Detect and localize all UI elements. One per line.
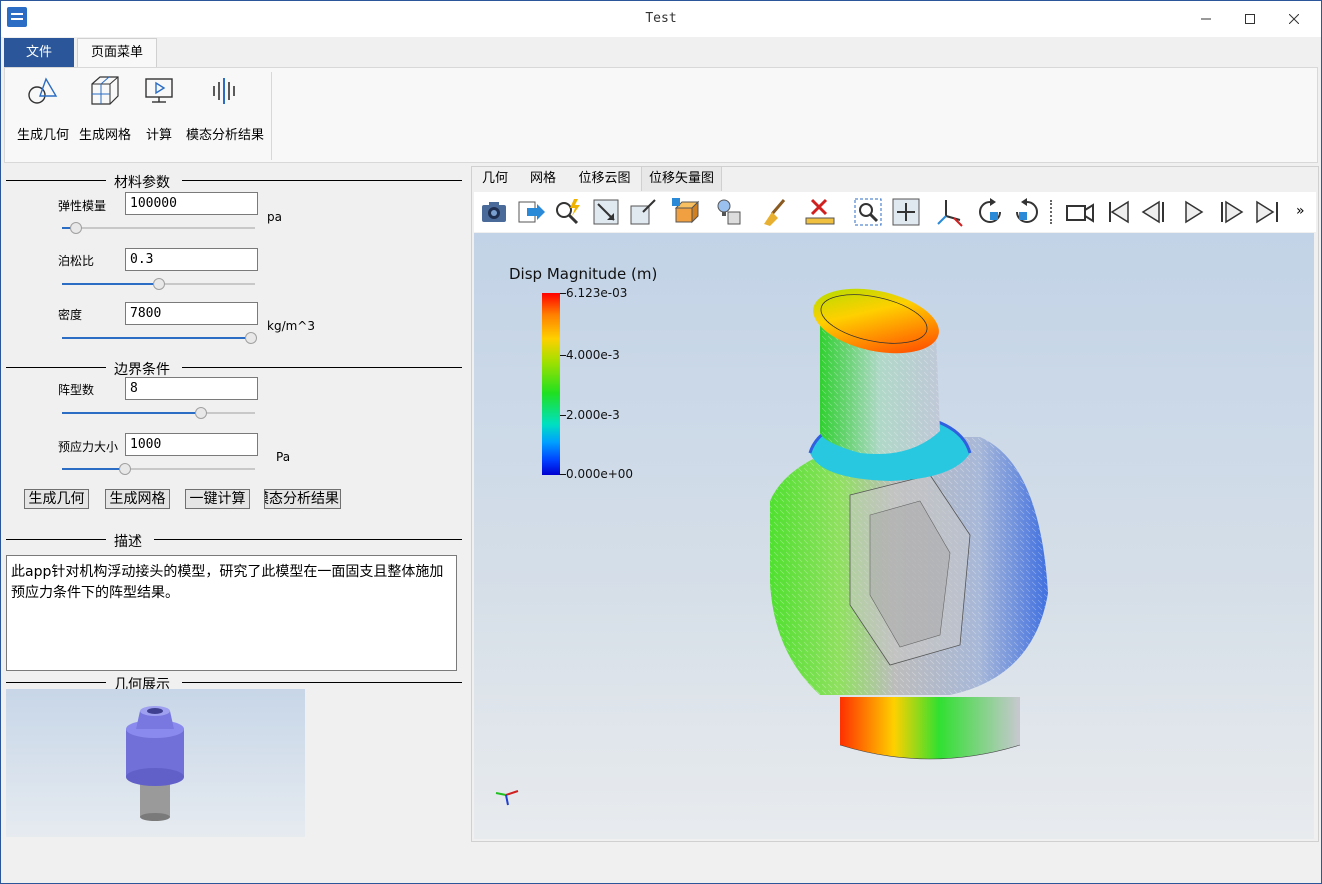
param-label: 弹性模量 [58, 199, 107, 213]
param-unit: pa [267, 210, 282, 224]
title-bar: Test [1, 1, 1321, 37]
slider-thumb[interactable] [119, 463, 131, 475]
ribbon-button-label: 生成网格 [78, 128, 131, 143]
close-button[interactable] [1271, 5, 1317, 33]
3d-viewport[interactable]: Disp Magnitude (m) 6.123e-03 4.000e-3 2.… [474, 233, 1314, 839]
fit-view-icon[interactable] [590, 196, 622, 228]
elastic-modulus-input[interactable]: 100000 [125, 192, 258, 215]
tab-displacement-contour[interactable]: 位移云图 [568, 167, 642, 191]
minimize-button[interactable] [1183, 5, 1229, 33]
geometry-model-image [126, 706, 184, 821]
rotate-ccw-icon[interactable] [1011, 196, 1043, 228]
description-section-title: 描述 [114, 534, 142, 550]
close-icon [1289, 14, 1299, 24]
toolbar-separator [1050, 200, 1052, 224]
orientation-triad [495, 790, 519, 806]
material-section-header: 材料参数 [6, 172, 462, 191]
prestress-slider[interactable] [62, 462, 255, 476]
camera-icon[interactable] [1064, 196, 1096, 228]
description-section-header: 描述 [6, 531, 462, 550]
param-label: 阵型数 [58, 383, 95, 397]
clear-icon[interactable] [758, 196, 790, 228]
status-bar [1, 846, 1321, 883]
elastic-modulus-slider[interactable] [62, 221, 255, 235]
boundary-section-title: 边界条件 [114, 362, 170, 378]
prev-frame-icon[interactable] [1139, 196, 1171, 228]
description-textbox[interactable]: 此app针对机构浮动接头的模型，研究了此模型在一面固支且整体施加预应力条件下的阵… [6, 555, 457, 671]
slider-thumb[interactable] [153, 278, 165, 290]
viewer-toolbar: » [474, 192, 1316, 232]
screenshot-icon[interactable] [478, 196, 510, 228]
prestress-input[interactable]: 1000 [125, 433, 258, 456]
zoom-region-icon[interactable] [852, 196, 884, 228]
minimize-icon [1201, 18, 1211, 20]
ribbon-button-label: 模态分析结果 [185, 128, 264, 143]
ruler-icon[interactable] [804, 196, 836, 228]
light-icon[interactable] [712, 196, 744, 228]
maximize-icon [1245, 14, 1255, 24]
boundary-section-header: 边界条件 [6, 359, 462, 378]
export-icon[interactable] [515, 196, 547, 228]
param-unit: kg/m^3 [267, 319, 315, 333]
modal-result-icon [213, 78, 235, 104]
last-frame-icon[interactable] [1251, 196, 1283, 228]
rotate-cw-icon[interactable] [974, 196, 1006, 228]
first-frame-icon[interactable] [1102, 196, 1134, 228]
ribbon-separator [271, 72, 272, 160]
mode-count-slider[interactable] [62, 406, 255, 420]
geometry-preview-viewport[interactable] [6, 689, 305, 837]
geometry-icon [28, 77, 58, 104]
material-section-title: 材料参数 [114, 175, 170, 191]
zoom-box-icon[interactable] [627, 196, 659, 228]
mesh-icon [91, 76, 119, 105]
generate-geometry-button[interactable]: 生成几何 [24, 489, 89, 509]
param-unit: Pa [276, 450, 291, 464]
axes-icon[interactable] [934, 196, 966, 228]
ribbon-generate-geometry-button[interactable]: 生成几何 [15, 74, 71, 143]
ribbon-generate-mesh-button[interactable]: 生成网格 [77, 74, 133, 143]
viewer-panel: 几何 网格 位移云图 位移矢量图 » Disp Magnitude (m) 6.… [471, 166, 1319, 842]
one-click-compute-button[interactable]: 一键计算 [185, 489, 250, 509]
tab-geometry[interactable]: 几何 [472, 167, 518, 191]
param-label: 预应力大小 [58, 440, 119, 454]
geometry-preview-header: 几何展示 [6, 674, 462, 693]
app-window: Test 文件 页面菜单 生成几何 生成网格 计算 模态分析结果 材料参数 弹性… [0, 0, 1322, 884]
ribbon-modal-result-button[interactable]: 模态分析结果 [183, 74, 267, 143]
ribbon-button-label: 生成几何 [16, 128, 69, 143]
compute-icon [145, 78, 173, 103]
tab-displacement-vector[interactable]: 位移矢量图 [642, 167, 722, 191]
slider-thumb[interactable] [245, 332, 257, 344]
density-slider[interactable] [62, 331, 257, 345]
tab-page-menu[interactable]: 页面菜单 [77, 38, 157, 68]
modal-result-button[interactable]: 模态分析结果 [264, 489, 341, 509]
more-icon[interactable]: » [1296, 203, 1305, 219]
slider-thumb[interactable] [195, 407, 207, 419]
maximize-button[interactable] [1227, 5, 1273, 33]
ribbon-button-label: 计算 [145, 128, 172, 143]
slider-thumb[interactable] [70, 222, 82, 234]
poisson-ratio-input[interactable]: 0.3 [125, 248, 258, 271]
generate-mesh-button[interactable]: 生成网格 [105, 489, 170, 509]
cube-color-icon[interactable] [670, 196, 702, 228]
pan-icon[interactable] [890, 196, 922, 228]
poisson-ratio-slider[interactable] [62, 277, 255, 291]
param-label: 泊松比 [58, 254, 95, 268]
parameter-panel: 材料参数 弹性模量 100000 pa 泊松比 0.3 密度 7800 kg/m… [4, 166, 464, 842]
play-icon[interactable] [1177, 196, 1209, 228]
ribbon: 生成几何 生成网格 计算 模态分析结果 [4, 67, 1318, 163]
ribbon-compute-button[interactable]: 计算 [139, 74, 179, 143]
displacement-vector-model [495, 288, 1048, 806]
tab-mesh[interactable]: 网格 [520, 167, 566, 191]
window-title: Test [645, 11, 677, 26]
param-label: 密度 [58, 308, 83, 322]
next-frame-icon[interactable] [1214, 196, 1246, 228]
density-input[interactable]: 7800 [125, 302, 258, 325]
mode-count-input[interactable]: 8 [125, 377, 258, 400]
probe-icon[interactable] [552, 196, 584, 228]
tab-file[interactable]: 文件 [4, 38, 74, 67]
